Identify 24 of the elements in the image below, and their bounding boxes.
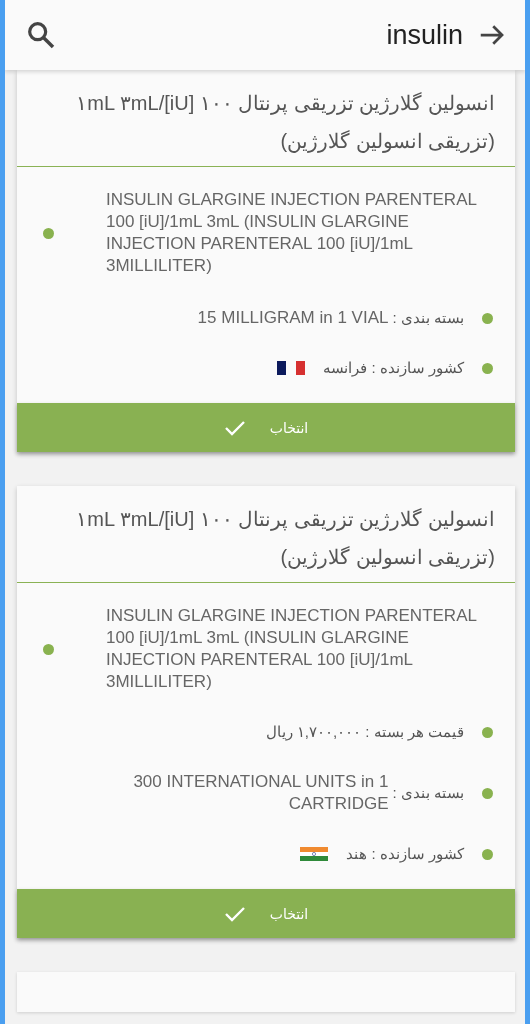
packaging-value: 300 INTERNATIONAL UNITS in 1 CARTRIDGE [132, 771, 389, 815]
packaging-value: 15 MILLIGRAM in 1 VIAL [197, 307, 389, 329]
drug-title: انسولین گلارژین تزریقی پرنتال ۱۰۰ [iU]/۱mL ۳mL (تزریقی انسولین گلارژین) [17, 70, 515, 167]
search-icon[interactable] [25, 19, 57, 51]
price-text: قیمت هر بسته : ۱,۷۰۰,۰۰۰ ریال [265, 723, 464, 741]
country-text: کشور سازنده : فرانسه [323, 359, 464, 377]
bullet-icon [482, 362, 493, 374]
bullet-icon [43, 227, 54, 239]
packaging-label: بسته بندی : [392, 784, 464, 802]
bullet-icon [482, 726, 493, 738]
bullet-icon [482, 848, 493, 860]
flag-icon [300, 847, 329, 861]
drug-description: INSULIN GLARGINE INJECTION PARENTERAL 100 [iU]/1mL 3mL (INSULIN GLARGINE INJECTION PARENTERAL 100 [iU]/1mL 3MILLILITER) [105, 189, 478, 277]
bullet-icon [482, 787, 493, 799]
bullet-icon [43, 643, 54, 655]
drug-title: انسولین گلارژین تزریقی پرنتال ۱۰۰ [iU]/۱mL ۳mL (تزریقی انسولین گلارژین) [17, 486, 515, 583]
drug-description: INSULIN GLARGINE INJECTION PARENTERAL 100 [iU]/1mL 3mL (INSULIN GLARGINE INJECTION PARENTERAL 100 [iU]/1mL 3MILLILITER) [105, 605, 478, 693]
check-icon [223, 418, 246, 437]
check-icon [223, 904, 246, 923]
search-bar[interactable]: insulin [5, 0, 525, 70]
flag-icon [277, 361, 306, 375]
bullet-icon [482, 312, 493, 324]
packaging-label: بسته بندی : [392, 309, 464, 327]
country-text: کشور سازنده : هند [346, 845, 464, 863]
